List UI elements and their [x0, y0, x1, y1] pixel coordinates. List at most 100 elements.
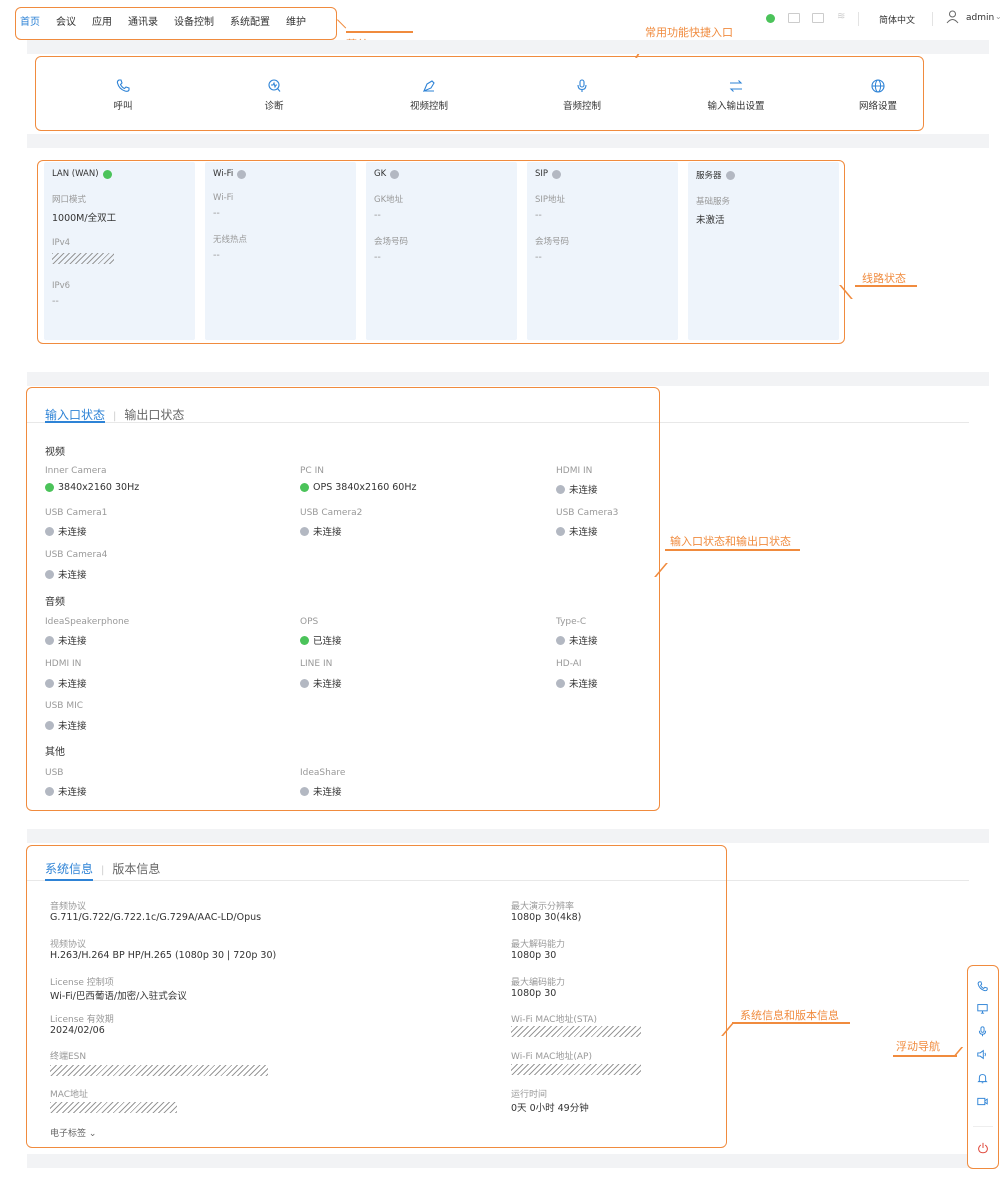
network-field-label: 会场号码	[535, 237, 570, 247]
network-field-value: --	[535, 210, 542, 221]
menu-apps[interactable]: 应用	[92, 13, 112, 28]
screen-share-icon[interactable]	[968, 1003, 997, 1017]
quick-access-box	[35, 56, 924, 131]
tab-version-info[interactable]: 版本信息	[112, 862, 160, 876]
port-status: 未连接	[556, 482, 598, 496]
floating-nav	[967, 965, 999, 1169]
quick-label: 输入输出设置	[707, 101, 765, 112]
quick-video-control[interactable]: 视频控制	[384, 78, 474, 112]
network-field-label: IPv6	[52, 281, 71, 291]
port-name: OPS	[300, 617, 319, 627]
info-value: G.711/G.722/G.722.1c/G.729A/AAC-LD/Opus	[50, 912, 262, 923]
speaker-icon[interactable]	[968, 1049, 997, 1063]
port-name: IdeaSpeakerphone	[45, 617, 130, 627]
port-name: HDMI IN	[45, 659, 82, 669]
line-status-label: 线路状态	[862, 272, 906, 285]
port-status: 未连接	[45, 784, 87, 798]
info-value: 1080p 30	[511, 988, 557, 999]
screen-icon[interactable]	[788, 13, 800, 23]
info-label: 终端ESN	[50, 1052, 87, 1062]
menu-meeting[interactable]: 会议	[56, 13, 76, 28]
audio-section-title: 音频	[45, 597, 65, 608]
tab-output-status[interactable]: 输出口状态	[124, 408, 184, 422]
port-status: 已连接	[300, 633, 342, 647]
menu-system-config[interactable]: 系统配置	[230, 13, 270, 28]
redacted-wifi-mac-ap	[511, 1064, 641, 1075]
info-value: 1080p 30	[511, 950, 557, 961]
wifi-icon[interactable]: ≋	[837, 11, 845, 22]
status-dot	[102, 169, 112, 179]
video-section-title: 视频	[45, 447, 65, 458]
quick-audio-control[interactable]: 音频控制	[537, 78, 627, 112]
network-card-title: 服务器	[696, 171, 722, 181]
microphone-icon	[537, 78, 627, 98]
sysinfo-label: 系统信息和版本信息	[740, 1009, 839, 1022]
status-dot	[237, 169, 247, 179]
network-field-label: 基础服务	[696, 197, 731, 207]
info-label: 最大解码能力	[511, 940, 566, 950]
network-field-value: --	[374, 210, 381, 221]
quick-io-settings[interactable]: 输入输出设置	[691, 78, 781, 112]
menu-home[interactable]: 首页	[20, 13, 40, 28]
info-label: License 控制项	[50, 978, 114, 988]
network-card-wifi: Wi-Fi Wi-Fi -- 无线热点 --	[205, 162, 356, 340]
network-card-title: GK	[374, 169, 387, 179]
tab-system-info[interactable]: 系统信息	[45, 862, 93, 876]
redacted-esn	[50, 1065, 268, 1076]
menu-device-control[interactable]: 设备控制	[174, 13, 214, 28]
video-control-icon	[384, 78, 474, 98]
port-name: HD-AI	[556, 659, 582, 669]
user-icon[interactable]	[946, 10, 959, 27]
menu-contacts[interactable]: 通讯录	[128, 13, 158, 28]
other-section-title: 其他	[45, 747, 65, 758]
network-field-label: IPv4	[52, 238, 71, 248]
info-value: H.263/H.264 BP HP/H.265 (1080p 30 | 720p…	[50, 950, 277, 961]
power-icon[interactable]	[968, 1142, 997, 1157]
quick-label: 诊断	[264, 101, 284, 112]
info-value: 0天 0小时 49分钟	[511, 1103, 589, 1114]
port-name: USB Camera2	[300, 508, 363, 518]
quick-diagnose[interactable]: 诊断	[229, 78, 319, 112]
port-status: 未连接	[45, 718, 87, 732]
info-label: Wi-Fi MAC地址(STA)	[511, 1015, 598, 1025]
electronic-tags-toggle[interactable]: 电子标签 ⌄	[50, 1126, 96, 1139]
user-name[interactable]: admin	[966, 13, 994, 23]
port-status: OPS 3840x2160 60Hz	[300, 482, 416, 493]
network-field-label: Wi-Fi	[213, 193, 234, 203]
sysinfo-tabs: 系统信息 | 版本信息	[45, 862, 161, 876]
port-name: USB Camera3	[556, 508, 619, 518]
network-field-value: 1000M/全双工	[52, 213, 117, 224]
port-status: 3840x2160 30Hz	[45, 482, 139, 493]
port-status: 未连接	[45, 633, 87, 647]
diagnose-icon	[229, 78, 319, 98]
port-name: Type-C	[556, 617, 587, 627]
port-status: 未连接	[556, 524, 598, 538]
port-status-box	[26, 387, 660, 811]
redacted-mac	[50, 1102, 177, 1113]
tab-input-status[interactable]: 输入口状态	[45, 408, 105, 422]
camera-icon[interactable]	[968, 1096, 997, 1110]
quick-annotation-label: 常用功能快捷入口	[645, 26, 733, 39]
port-name: USB Camera1	[45, 508, 108, 518]
chevron-down-icon[interactable]: ⌄	[995, 12, 1002, 21]
network-card-title: Wi-Fi	[213, 169, 234, 179]
bell-icon[interactable]	[968, 1073, 997, 1087]
network-card-sip: SIP SIP地址 -- 会场号码 --	[527, 162, 678, 340]
float-nav-label: 浮动导航	[896, 1040, 940, 1053]
phone-icon	[78, 78, 168, 98]
port-status-label: 输入口状态和输出口状态	[670, 535, 791, 548]
connection-status-dot	[766, 14, 775, 26]
language-select[interactable]: 简体中文	[879, 13, 915, 26]
network-field-value: 未激活	[696, 215, 725, 226]
port-name: USB MIC	[45, 701, 84, 711]
status-dot	[552, 169, 562, 179]
quick-call[interactable]: 呼叫	[78, 78, 168, 112]
microphone-icon[interactable]	[968, 1026, 997, 1040]
network-field-value: --	[213, 250, 220, 261]
quick-network-settings[interactable]: 网络设置	[833, 78, 923, 112]
phone-icon[interactable]	[968, 981, 997, 995]
menu-maintenance[interactable]: 维护	[286, 13, 306, 28]
display-icon[interactable]	[812, 13, 824, 23]
globe-icon	[833, 78, 923, 98]
network-field-value: --	[374, 252, 381, 263]
